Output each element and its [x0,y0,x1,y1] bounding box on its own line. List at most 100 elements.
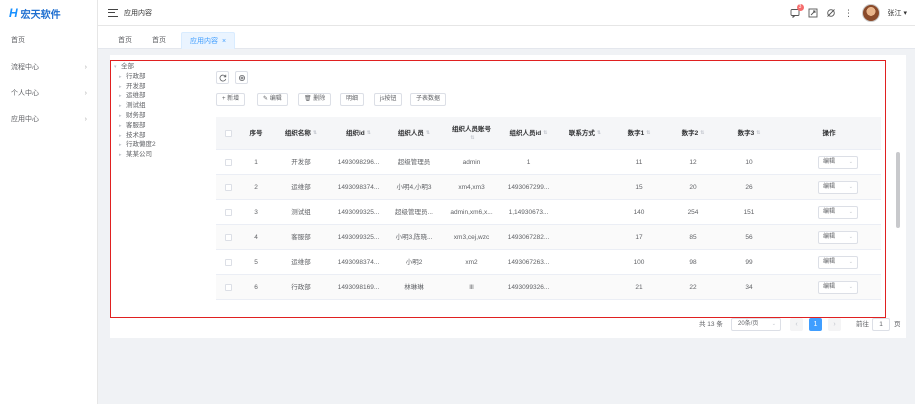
table-cell [557,175,613,200]
table-cell: 34 [745,284,753,291]
col-header[interactable]: 组织名称 ⇅ [270,117,332,150]
table-cell: 1493099326... [507,284,550,291]
app-name: 宏天软件 [20,9,61,21]
col-header[interactable]: 数字1 ⇅ [613,117,665,150]
col-header[interactable]: 组织人员账号 ⇅ [443,117,500,150]
table-row[interactable]: 5 运维部 1493098374... 小明2 xm2 1493067263... 100 9… [216,250,881,275]
tabs-bar: 首页 首页 应用内容 × [98,26,915,49]
table-cell: 21 [635,284,643,291]
edit-button[interactable]: ✎ 编辑 [257,93,288,106]
sort-icon[interactable]: ⇅ [700,129,704,138]
table-header: 序号 组织名称 ⇅ 组织id ⇅ 组织人员 ⇅ 组织人员账号 ⇅ 组织人员id ⇅ 联系方… [216,117,881,150]
table-cell: 4 [254,234,258,241]
page-size-select[interactable]: 20条/页 ⌄ [731,318,781,331]
table-row[interactable]: 4 客服部 1493099325... 小明3,陈晓... xm3,cej,wzc 149… [216,225,881,250]
tree-node[interactable]: ▸ 财务部 [114,111,204,121]
username[interactable]: 张江 ▾ [888,8,907,18]
table-cell: xm3,cej,wzc [453,234,490,241]
prev-page-button[interactable]: ‹ [790,318,803,331]
menu-toggle-icon[interactable] [108,8,118,17]
table-cell: 1493099325... [337,234,380,241]
table-scrollbar[interactable] [896,152,900,228]
sort-icon[interactable]: ⇅ [756,129,760,138]
table-cell: 2 [254,184,258,191]
tab-home-2[interactable]: 首页 [152,32,166,49]
table-row[interactable]: 2 运维部 1493098374... 小明4,小明3 xm4,xm3 149306729… [216,175,881,200]
row-checkbox[interactable] [225,209,232,216]
settings-button[interactable] [235,71,248,84]
table-row[interactable]: 1 开发部 1493098296... 超级管理员 admin 1 11 12 10 编辑 ⌄ [216,150,881,175]
row-action-select[interactable]: 编辑 ⌄ [818,281,858,294]
gear-icon [238,74,245,81]
sort-icon[interactable]: ⇅ [426,129,430,138]
page-number-button[interactable]: 1 [809,318,822,331]
table-cell [557,225,613,250]
sub-data-button[interactable]: 子表数据 [410,93,447,106]
row-checkbox[interactable] [225,284,232,291]
tree-node[interactable]: ▸ 运维部 [114,91,204,101]
sidebar-item-app-center[interactable]: 应用中心 › [0,106,97,132]
sort-icon[interactable]: ⇅ [367,129,371,138]
row-checkbox[interactable] [225,159,232,166]
add-button[interactable]: + 新增 [216,93,246,106]
tree-node[interactable]: ▸ 测试组 [114,101,204,111]
row-checkbox[interactable] [225,259,232,266]
table-row[interactable]: 3 测试组 1493099325... 超级管理员... admin,xm6,x... 1… [216,200,881,225]
table-cell: xm2 [465,259,478,266]
sort-icon[interactable]: ⇅ [543,129,547,138]
js-group-button[interactable]: js按钮 [374,93,403,106]
sidebar-item-personal-center[interactable]: 个人中心 › [0,80,97,106]
hide-icon[interactable] [826,8,836,18]
tab-app-content[interactable]: 应用内容 × [181,32,236,49]
table-cell: 小明3,陈晓... [395,234,433,241]
table-cell: 1493098374... [337,184,380,191]
row-action-select[interactable]: 编辑 ⌄ [818,231,858,244]
more-vertical-icon[interactable]: ⋮ [844,8,854,18]
detail-button[interactable]: 明细 [340,93,365,106]
select-all-checkbox[interactable] [225,130,232,137]
fullscreen-icon[interactable] [808,8,818,18]
table-cell: 林琳琳 [404,284,424,291]
close-icon[interactable]: × [222,38,226,45]
refresh-button[interactable] [216,71,229,84]
logo[interactable]: H 宏天软件 [0,0,97,26]
sidebar-item-home[interactable]: 首页 [0,26,97,54]
tree-node[interactable]: ▸ 技术部 [114,131,204,141]
tree-node[interactable]: ▸ 行政部 [114,72,204,82]
col-header[interactable]: 数字3 ⇅ [721,117,777,150]
row-action-select[interactable]: 编辑 ⌄ [818,181,858,194]
col-header[interactable]: 组织id ⇅ [332,117,385,150]
tree-node[interactable]: ▸ 行政懒度2 [114,140,204,150]
row-checkbox[interactable] [225,184,232,191]
row-action-select[interactable]: 编辑 ⌄ [818,256,858,269]
sort-icon[interactable]: ⇅ [597,129,601,138]
col-header[interactable]: 组织人员 ⇅ [385,117,443,150]
table-cell: 17 [635,234,643,241]
delete-button[interactable]: 🗑 删除 [298,93,332,106]
next-page-button[interactable]: › [828,318,841,331]
sort-icon[interactable]: ⇅ [470,134,474,143]
row-action-select[interactable]: 编辑 ⌄ [818,156,858,169]
tree-node[interactable]: ▸ 客服部 [114,121,204,131]
goto-page-input[interactable]: 1 [872,318,890,331]
tree-node[interactable]: ▸ 开发部 [114,82,204,92]
table-cell: 1493099325... [337,209,380,216]
row-action-select[interactable]: 编辑 ⌄ [818,206,858,219]
sidebar-item-process-center[interactable]: 流程中心 › [0,54,97,80]
table-row[interactable]: 6 行政部 1493098169... 林琳琳 lll 1493099326... 21 22… [216,275,881,300]
table-cell: 超级管理员... [395,209,433,216]
col-header[interactable]: 数字2 ⇅ [665,117,721,150]
tree-root[interactable]: ▾ 全部 [114,62,204,72]
col-header[interactable]: 组织人员id ⇅ [500,117,557,150]
tab-home-1[interactable]: 首页 [118,32,132,49]
sort-icon[interactable]: ⇅ [313,129,317,138]
message-icon[interactable]: 3 [790,4,804,18]
col-header: 序号 [249,130,263,137]
tree-node[interactable]: ▸ 某某公司 [114,150,204,160]
table-cell: 客服部 [291,234,311,241]
col-header[interactable]: 联系方式 ⇅ [557,117,613,150]
sort-icon[interactable]: ⇅ [646,129,650,138]
chevron-right-icon: › [84,63,87,71]
avatar[interactable] [861,4,880,22]
row-checkbox[interactable] [225,234,232,241]
